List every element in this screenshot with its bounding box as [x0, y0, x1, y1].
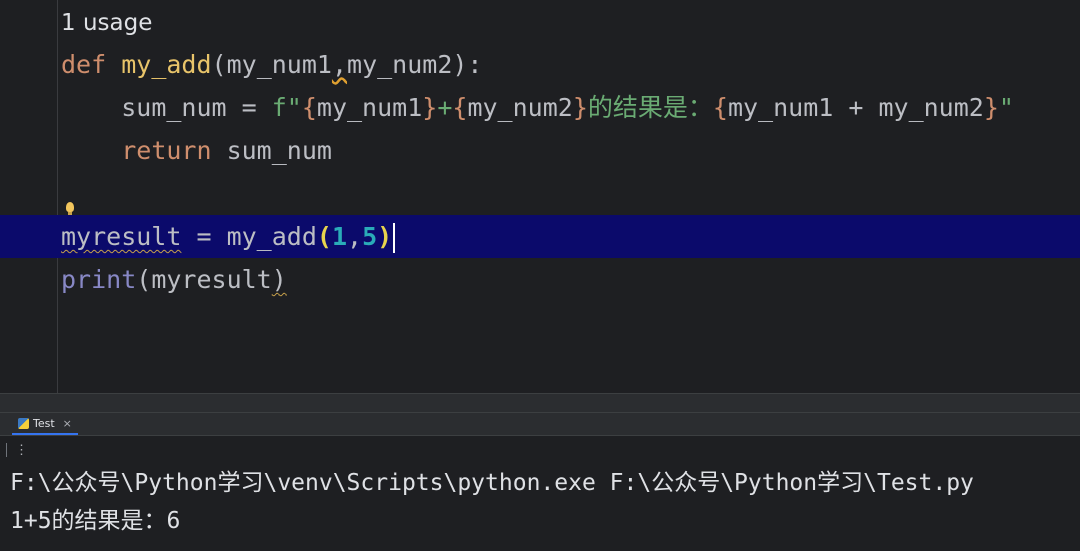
lightbulb-icon[interactable]	[66, 202, 74, 215]
builtin-print: print	[61, 265, 137, 294]
tab-label: Test	[33, 416, 55, 430]
brace: }	[983, 93, 999, 122]
param-1: my_num1	[226, 50, 332, 79]
paren-close: )	[271, 265, 287, 294]
fstring-var-1: my_num1	[316, 93, 423, 122]
fstring-quote: "	[998, 93, 1014, 122]
code-line-call[interactable]: myresult = my_add(1,5)	[61, 215, 396, 258]
equals: =	[226, 93, 272, 122]
usage-hint[interactable]: 1 usage	[61, 3, 152, 43]
param-comma: ,	[331, 50, 348, 79]
code-line-assign[interactable]: sum_num = f"{my_num1}+{my_num2}的结果是：{my_…	[61, 86, 1014, 129]
return-value: sum_num	[211, 136, 332, 165]
variable-sum-num: sum_num	[121, 93, 227, 122]
brace: {	[301, 93, 317, 122]
code-line-def[interactable]: def my_add(my_num1,my_num2):	[61, 43, 482, 86]
python-icon	[18, 417, 29, 429]
paren-close: )	[377, 222, 393, 251]
code-line-return[interactable]: return sum_num	[61, 129, 332, 172]
fstring-text: 的结果是：	[587, 93, 713, 122]
paren-open: (	[316, 222, 332, 251]
argument-2: 5	[362, 222, 378, 251]
gutter-divider	[57, 0, 58, 393]
function-name: my_add	[121, 50, 212, 79]
console-toolbar: ⋮	[6, 438, 28, 462]
equals: =	[181, 222, 227, 251]
run-tool-window-tabs: Test ×	[0, 412, 1080, 436]
variable-myresult: myresult	[61, 222, 182, 251]
paren-close: ):	[452, 50, 483, 79]
print-argument: myresult	[151, 265, 272, 294]
paren-open: (	[211, 50, 227, 79]
code-line-print[interactable]: print(myresult)	[61, 258, 287, 301]
arg-comma: ,	[347, 222, 363, 251]
console-line-output: 1+5的结果是：6	[10, 508, 181, 534]
keyword-return: return	[121, 136, 212, 165]
fstring-expr: my_num1 + my_num2	[727, 93, 984, 122]
panel-splitter[interactable]	[0, 394, 1080, 412]
fstring-plus: +	[437, 93, 453, 122]
paren-open: (	[136, 265, 152, 294]
brace: {	[452, 93, 468, 122]
console-line-command: F:\公众号\Python学习\venv\Scripts\python.exe …	[10, 470, 974, 496]
argument-1: 1	[331, 222, 348, 251]
fstring-prefix: f"	[271, 93, 302, 122]
code-editor[interactable]: 1 usage def my_add(my_num1,my_num2): sum…	[0, 0, 1080, 393]
call-function-name: my_add	[226, 222, 317, 251]
text-caret	[393, 223, 396, 253]
brace: }	[572, 93, 588, 122]
fstring-var-2: my_num2	[467, 93, 573, 122]
brace: {	[712, 93, 728, 122]
run-console[interactable]: ⋮ F:\公众号\Python学习\venv\Scripts\python.ex…	[0, 436, 1080, 551]
param-2: my_num2	[347, 50, 453, 79]
tab-run-test[interactable]: Test ×	[12, 413, 78, 435]
keyword-def: def	[61, 50, 107, 79]
brace: }	[422, 93, 438, 122]
more-options-icon[interactable]: ⋮	[15, 443, 28, 458]
close-icon[interactable]: ×	[63, 417, 72, 430]
toolbar-separator	[6, 443, 7, 457]
